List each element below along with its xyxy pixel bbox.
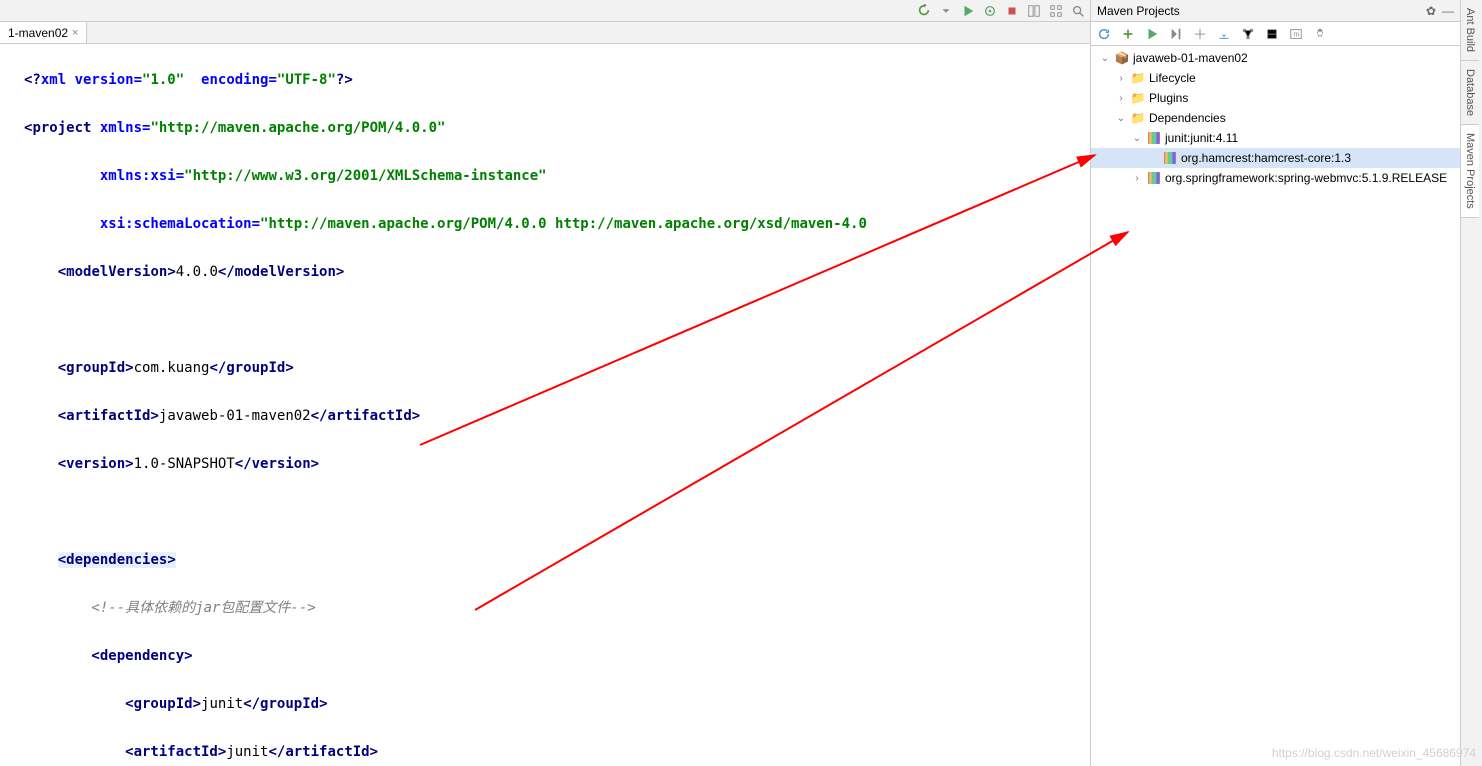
play-icon[interactable] (960, 3, 976, 19)
maven-panel: Maven Projects ✿ — m ⌄📦javaweb-01-maven0… (1091, 0, 1460, 766)
tree-lifecycle[interactable]: ›📁Lifecycle (1091, 68, 1460, 88)
tree-root[interactable]: ⌄📦javaweb-01-maven02 (1091, 48, 1460, 68)
tree-junit[interactable]: ⌄junit:junit:4.11 (1091, 128, 1460, 148)
show-deps-icon[interactable] (1239, 25, 1257, 43)
terminal-icon[interactable]: m (1287, 25, 1305, 43)
editor-tab[interactable]: 1-maven02 × (0, 22, 87, 43)
dropdown-icon[interactable] (938, 3, 954, 19)
settings-icon[interactable] (1311, 25, 1329, 43)
tree-dependencies[interactable]: ⌄📁Dependencies (1091, 108, 1460, 128)
tree-plugins[interactable]: ›📁Plugins (1091, 88, 1460, 108)
panel-header: Maven Projects ✿ — (1091, 0, 1460, 22)
stop-icon[interactable] (1004, 3, 1020, 19)
close-icon[interactable]: × (72, 27, 78, 39)
tab-label: 1-maven02 (8, 26, 68, 40)
side-tab-ant[interactable]: Ant Build (1461, 0, 1479, 61)
side-tabs: Ant Build Database Maven Projects (1460, 0, 1482, 766)
svg-text:m: m (1293, 31, 1299, 38)
grid-icon[interactable] (1048, 3, 1064, 19)
execute-icon[interactable] (1167, 25, 1185, 43)
panel-title: Maven Projects (1097, 4, 1420, 18)
maven-tree: ⌄📦javaweb-01-maven02 ›📁Lifecycle ›📁Plugi… (1091, 46, 1460, 766)
layout-icon[interactable] (1026, 3, 1042, 19)
download-icon[interactable] (1215, 25, 1233, 43)
tab-bar: 1-maven02 × (0, 22, 1090, 44)
top-toolbar (0, 0, 1090, 22)
tree-hamcrest[interactable]: org.hamcrest:hamcrest-core:1.3 (1091, 148, 1460, 168)
collapse-icon[interactable] (1263, 25, 1281, 43)
refresh-icon[interactable] (1095, 25, 1113, 43)
toggle-icon[interactable] (1191, 25, 1209, 43)
debug-icon[interactable] (982, 3, 998, 19)
panel-toolbar: m (1091, 22, 1460, 46)
run-icon[interactable] (1143, 25, 1161, 43)
gear-icon[interactable]: ✿ (1426, 4, 1436, 18)
sync-icon[interactable] (916, 3, 932, 19)
minimize-icon[interactable]: — (1442, 4, 1454, 18)
tree-spring[interactable]: ›org.springframework:spring-webmvc:5.1.9… (1091, 168, 1460, 188)
side-tab-database[interactable]: Database (1461, 61, 1479, 125)
add-icon[interactable] (1119, 25, 1137, 43)
code-editor[interactable]: <?xml version="1.0" encoding="UTF-8"?> <… (0, 44, 1090, 766)
editor-area: 1-maven02 × <?xml version="1.0" encoding… (0, 0, 1091, 766)
side-tab-maven[interactable]: Maven Projects (1461, 125, 1479, 218)
watermark: https://blog.csdn.net/weixin_45686974 (1272, 746, 1476, 760)
search-icon[interactable] (1070, 3, 1086, 19)
